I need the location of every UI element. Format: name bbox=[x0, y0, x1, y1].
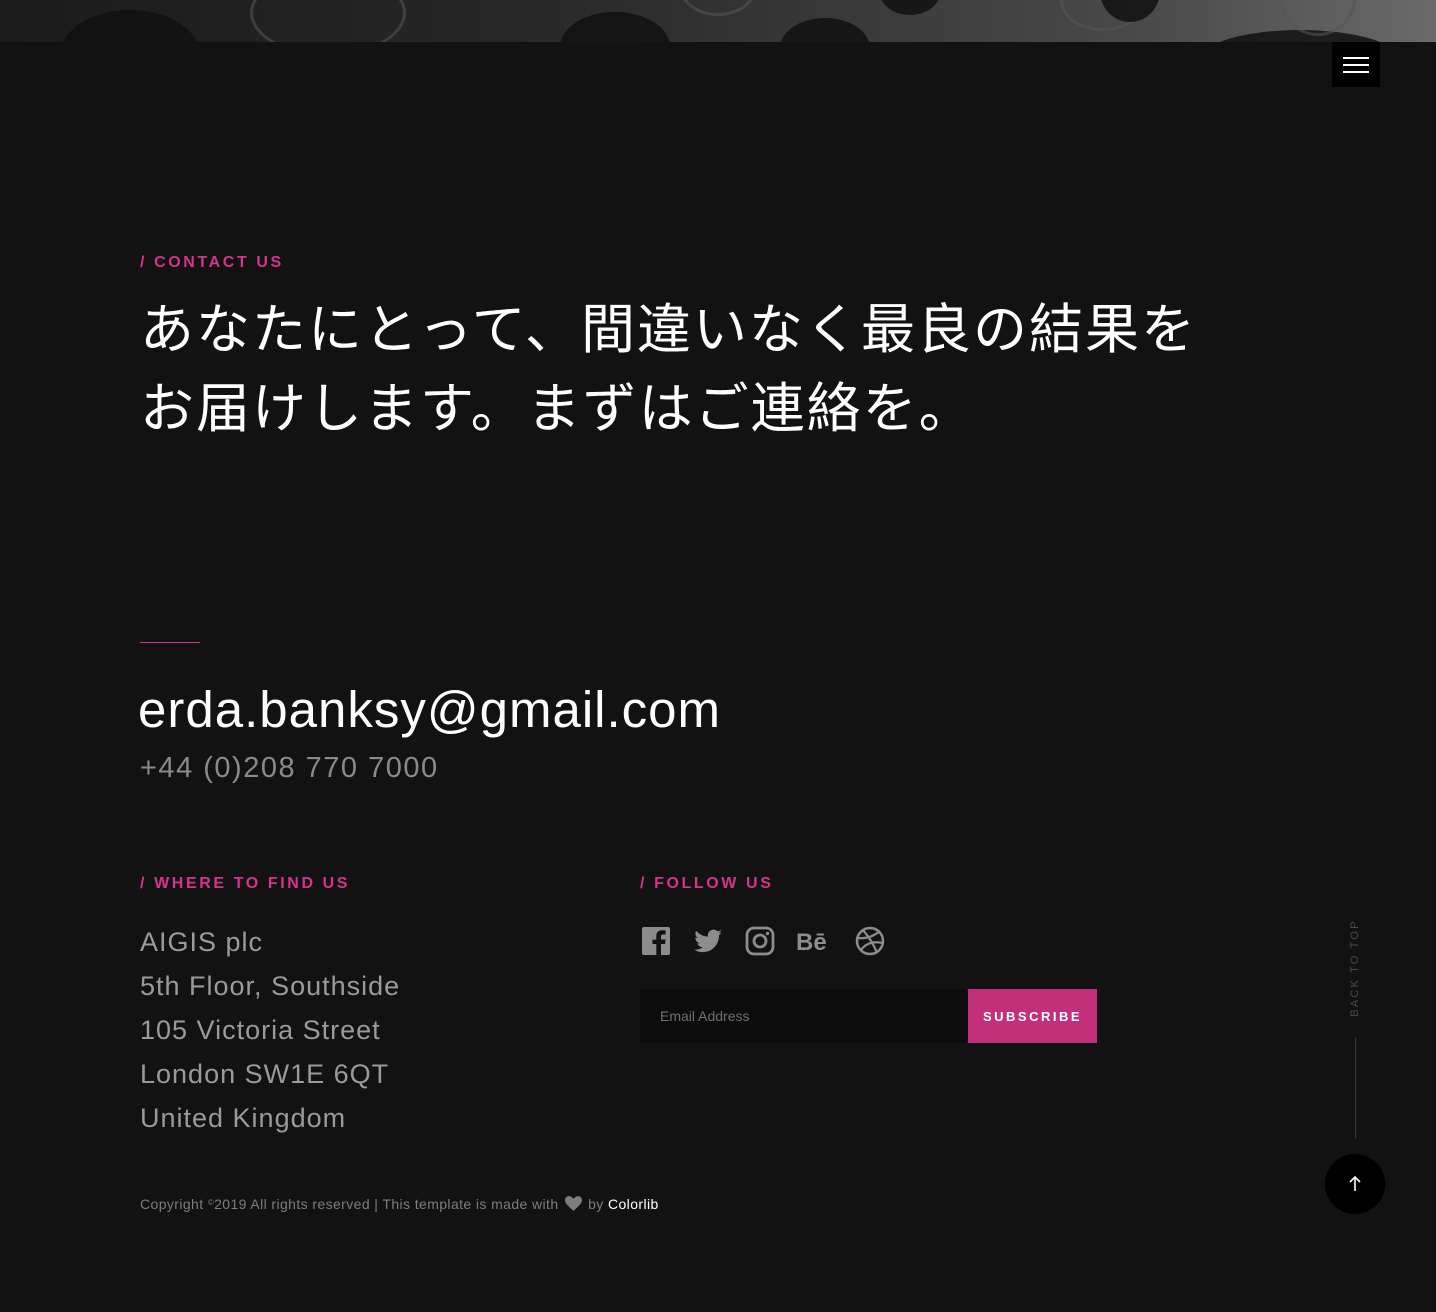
follow-eyebrow: / Follow us bbox=[640, 875, 774, 892]
facebook-icon[interactable] bbox=[640, 925, 672, 957]
headline-line-1: あなたにとって、間違いなく最良の結果を bbox=[140, 298, 1197, 361]
address-block: AIGIS plc 5th Floor, Southside 105 Victo… bbox=[140, 920, 400, 1140]
copyright: Copyright ©2019 All rights reserved | Th… bbox=[140, 1196, 659, 1212]
address-line: 105 Victoria Street bbox=[140, 1015, 381, 1045]
back-to-top-button[interactable] bbox=[1325, 1154, 1385, 1214]
contact-eyebrow: / Contact Us bbox=[140, 254, 284, 271]
address-line: United Kingdom bbox=[140, 1103, 347, 1133]
hamburger-menu-icon bbox=[1343, 57, 1369, 59]
instagram-icon[interactable] bbox=[744, 925, 776, 957]
accent-divider bbox=[140, 642, 200, 643]
address-line: AIGIS plc bbox=[140, 927, 264, 957]
menu-button[interactable] bbox=[1332, 42, 1380, 87]
contact-headline: あなたにとって、間違いなく最良の結果を お届けします。まずはご連絡を。 bbox=[140, 290, 1300, 448]
arrow-up-icon bbox=[1349, 1175, 1361, 1191]
twitter-icon[interactable] bbox=[692, 925, 724, 957]
subscribe-button[interactable]: SUBSCRIBE bbox=[968, 989, 1097, 1043]
copyright-text: 2019 All rights reserved | This template… bbox=[214, 1196, 559, 1212]
subscribe-form: SUBSCRIBE bbox=[640, 989, 1097, 1043]
contact-email-link[interactable]: erda.banksy@gmail.com bbox=[138, 680, 721, 739]
hamburger-line bbox=[1343, 71, 1369, 73]
page: / Contact Us あなたにとって、間違いなく最良の結果を お届けします。… bbox=[0, 0, 1436, 1312]
subscribe-email-input[interactable] bbox=[640, 989, 968, 1043]
svg-text:Bē: Bē bbox=[796, 929, 827, 956]
dribbble-icon[interactable] bbox=[854, 925, 886, 957]
header-image-strip bbox=[0, 0, 1436, 42]
colorlib-link[interactable]: Colorlib bbox=[608, 1196, 659, 1212]
back-to-top-label[interactable]: BACK TO TOP bbox=[1349, 919, 1361, 1016]
hamburger-line bbox=[1343, 64, 1369, 66]
address-line: 5th Floor, Southside bbox=[140, 971, 401, 1001]
contact-phone-link[interactable]: +44 (0)208 770 7000 bbox=[140, 752, 439, 785]
social-links: Bē bbox=[640, 924, 906, 958]
by-text: by bbox=[583, 1196, 608, 1212]
behance-icon[interactable]: Bē bbox=[796, 925, 834, 957]
address-line: London SW1E 6QT bbox=[140, 1059, 390, 1089]
copyright-prefix: Copyright bbox=[140, 1196, 208, 1212]
where-eyebrow: / Where to find us bbox=[140, 875, 351, 892]
heart-icon bbox=[564, 1196, 582, 1211]
headline-line-2: お届けします。まずはご連絡を。 bbox=[140, 377, 975, 440]
back-to-top-line bbox=[1355, 1038, 1356, 1138]
